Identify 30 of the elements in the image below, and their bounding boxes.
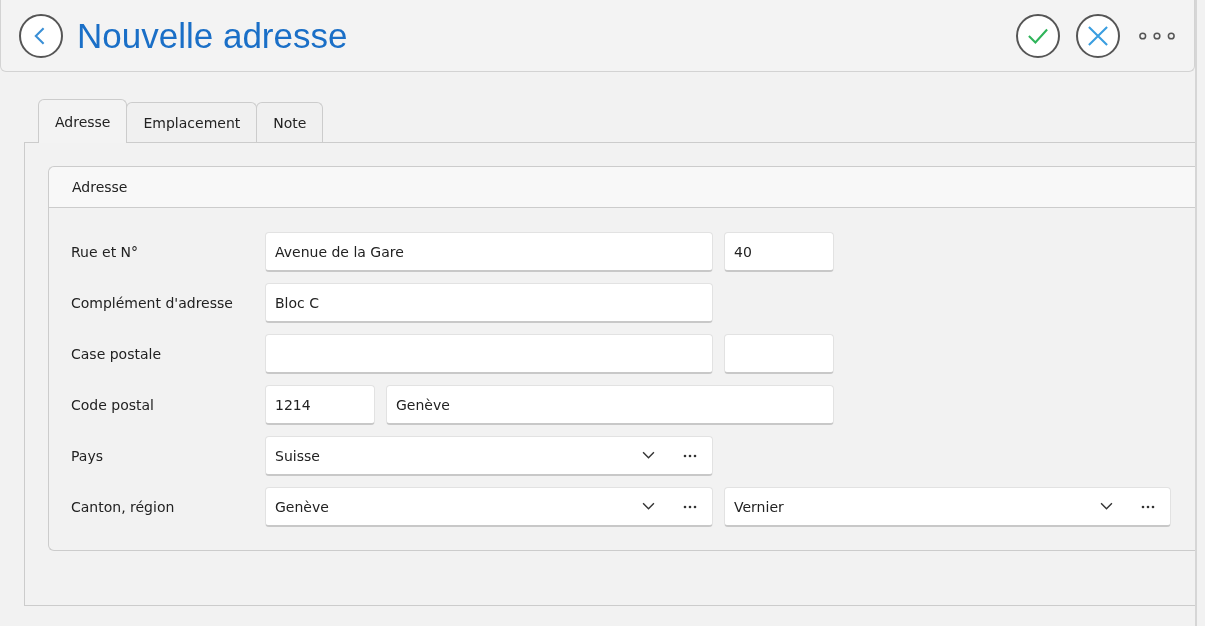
close-button[interactable]	[1076, 13, 1120, 58]
input-field[interactable]	[724, 334, 834, 374]
input-field[interactable]: Bloc C	[265, 283, 713, 323]
dropdown-field[interactable]: Suisse	[265, 436, 713, 476]
input-field[interactable]: Genève	[386, 385, 834, 425]
input-field[interactable]: 40	[724, 232, 834, 272]
tab[interactable]: Adresse	[38, 99, 128, 143]
input-field[interactable]: 1214	[265, 385, 375, 425]
field-label: Pays	[71, 448, 104, 464]
field-label: Complément d'adresse	[71, 295, 234, 311]
field-label: Rue et N°	[71, 244, 140, 260]
dropdown-field[interactable]: Vernier	[724, 487, 1171, 527]
page-title: Nouvelle adresse	[77, 15, 348, 56]
field-label: Canton, région	[71, 499, 176, 515]
more-icon[interactable]	[1138, 30, 1176, 41]
field-label: Case postale	[71, 346, 163, 362]
section-header: Adresse	[49, 167, 1195, 208]
chevron-down-icon[interactable]	[1100, 502, 1113, 511]
chevron-down-icon[interactable]	[642, 451, 655, 460]
confirm-button[interactable]	[1016, 13, 1060, 58]
field-label: Code postal	[71, 397, 155, 413]
more-icon[interactable]	[683, 453, 697, 458]
back-button[interactable]	[19, 13, 63, 58]
chevron-down-icon[interactable]	[642, 502, 655, 511]
more-icon[interactable]	[683, 504, 697, 509]
more-icon[interactable]	[1141, 504, 1155, 509]
dropdown-field[interactable]: Genève	[265, 487, 713, 527]
tab[interactable]: Note	[256, 102, 324, 142]
input-field[interactable]	[265, 334, 713, 374]
input-field[interactable]: Avenue de la Gare	[265, 232, 713, 272]
